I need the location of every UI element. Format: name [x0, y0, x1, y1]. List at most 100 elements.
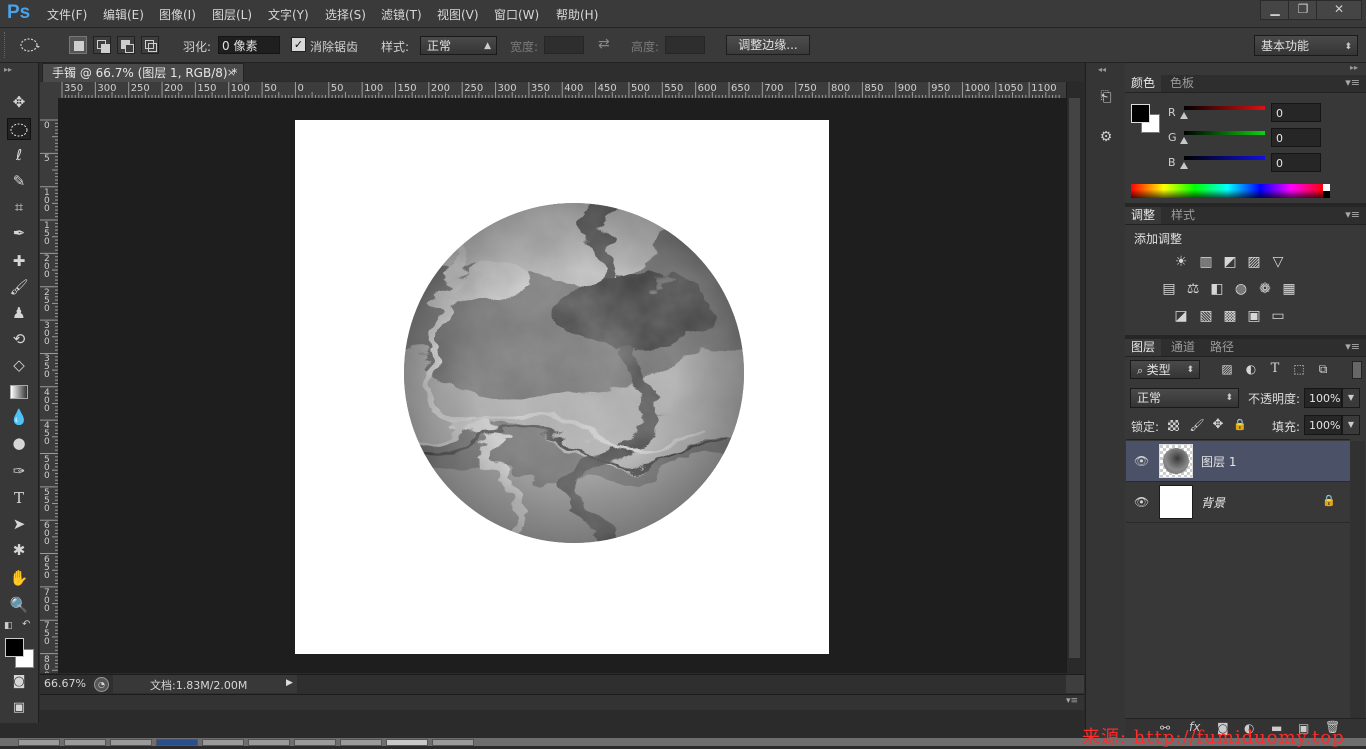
- layer-row-background[interactable]: 👁 背景 🔒: [1126, 481, 1350, 523]
- menu-image[interactable]: 图像(I): [159, 6, 196, 23]
- blue-value-input[interactable]: 0: [1271, 153, 1321, 172]
- lock-position-icon[interactable]: ✥: [1209, 416, 1227, 434]
- red-slider-track[interactable]: [1184, 106, 1265, 110]
- hand-tool-icon[interactable]: ✋: [7, 567, 31, 589]
- invert-icon[interactable]: ◪: [1172, 307, 1190, 325]
- menu-select[interactable]: 选择(S): [325, 6, 366, 23]
- blue-slider-thumb[interactable]: [1180, 162, 1188, 169]
- black-white-icon[interactable]: ◧: [1208, 280, 1226, 298]
- filter-type-icon[interactable]: T: [1266, 360, 1284, 378]
- photo-filter-icon[interactable]: ◍: [1232, 280, 1250, 298]
- filter-adjustment-icon[interactable]: ◐: [1242, 360, 1260, 378]
- swap-icon[interactable]: ⇄: [598, 36, 610, 52]
- taskbar-item[interactable]: [156, 739, 198, 746]
- layers-scrollbar[interactable]: [1350, 441, 1365, 721]
- move-tool-icon[interactable]: ✥: [7, 91, 31, 113]
- color-lookup-icon[interactable]: ▦: [1280, 280, 1298, 298]
- zoom-tool-icon[interactable]: 🔍: [7, 594, 31, 616]
- menu-type[interactable]: 文字(Y): [268, 6, 309, 23]
- menu-view[interactable]: 视图(V): [437, 6, 479, 23]
- status-info-icon[interactable]: ◔: [94, 677, 109, 692]
- lasso-tool-icon[interactable]: ℓ: [7, 144, 31, 166]
- taskbar-item[interactable]: [386, 739, 428, 746]
- expand-dock-icon[interactable]: ◂◂: [1098, 65, 1106, 74]
- hue-saturation-icon[interactable]: ▤: [1160, 280, 1178, 298]
- taskbar-item[interactable]: [110, 739, 152, 746]
- color-foreground-swatch[interactable]: [1131, 104, 1150, 123]
- brush-tool-icon[interactable]: 🖌: [7, 276, 31, 298]
- grip-handle[interactable]: [4, 32, 11, 58]
- green-value-input[interactable]: 0: [1271, 128, 1321, 147]
- collapse-toolbar-icon[interactable]: ▸▸: [4, 65, 12, 74]
- channel-mixer-icon[interactable]: ❁: [1256, 280, 1274, 298]
- refine-edge-button[interactable]: 调整边缘...: [726, 35, 810, 55]
- elliptical-marquee-tool-icon[interactable]: [7, 118, 31, 140]
- lock-image-pixels-icon[interactable]: 🖌: [1188, 416, 1206, 434]
- menu-help[interactable]: 帮助(H): [556, 6, 598, 23]
- quick-selection-tool-icon[interactable]: ✎: [7, 170, 31, 192]
- close-button[interactable]: ✕: [1316, 0, 1362, 20]
- green-slider-thumb[interactable]: [1180, 137, 1188, 144]
- opacity-dropdown-arrow-icon[interactable]: ▼: [1342, 388, 1360, 408]
- tab-paths[interactable]: 路径: [1204, 339, 1240, 356]
- taskbar-item[interactable]: [432, 739, 474, 746]
- subtract-selection-button[interactable]: [117, 36, 135, 54]
- eraser-tool-icon[interactable]: ◇: [7, 354, 31, 376]
- vertical-scroll-thumb[interactable]: [1069, 98, 1080, 658]
- red-slider-thumb[interactable]: [1180, 112, 1188, 119]
- gradient-map-icon[interactable]: ▭: [1269, 307, 1287, 325]
- properties-panel-icon[interactable]: ⚙: [1096, 127, 1116, 147]
- taskbar-item[interactable]: [202, 739, 244, 746]
- panel-menu-icon[interactable]: ▾≡: [1345, 76, 1360, 89]
- filter-toggle-switch[interactable]: [1352, 361, 1362, 379]
- curves-icon[interactable]: ◩: [1221, 253, 1239, 271]
- spectrum-black-chip[interactable]: [1323, 191, 1330, 198]
- tab-layers[interactable]: 图层: [1125, 339, 1162, 356]
- eyedropper-tool-icon[interactable]: ✒: [7, 222, 31, 244]
- tab-channels[interactable]: 通道: [1165, 339, 1201, 356]
- tab-color[interactable]: 颜色: [1125, 75, 1162, 92]
- lock-transparent-pixels-icon[interactable]: [1168, 420, 1179, 431]
- workspace-select[interactable]: 基本功能 ⬍: [1254, 35, 1358, 56]
- menu-edit[interactable]: 编辑(E): [103, 6, 144, 23]
- add-selection-button[interactable]: [93, 36, 111, 54]
- path-selection-tool-icon[interactable]: ➤: [7, 513, 31, 535]
- default-colors-icon[interactable]: ◧: [4, 621, 13, 631]
- taskbar-item[interactable]: [340, 739, 382, 746]
- visibility-eye-icon[interactable]: 👁: [1134, 495, 1149, 509]
- feather-input[interactable]: 0 像素: [218, 36, 280, 54]
- horizontal-ruler[interactable]: 350 300 250 200 150 100 50 0 50 100 150 200 250 300 35…: [58, 82, 1066, 99]
- tab-styles[interactable]: 样式: [1165, 207, 1201, 224]
- selective-color-icon[interactable]: ▣: [1245, 307, 1263, 325]
- layer-name[interactable]: 背景: [1201, 494, 1225, 511]
- resize-corner[interactable]: [1066, 675, 1084, 693]
- vertical-ruler[interactable]: 0 5 100 150 200 250 300 350 400 450 500 550 600 650 70…: [40, 98, 59, 673]
- brightness-contrast-icon[interactable]: ☀: [1172, 253, 1190, 271]
- history-brush-tool-icon[interactable]: ⟲: [7, 328, 31, 350]
- menu-filter[interactable]: 滤镜(T): [381, 6, 422, 23]
- posterize-icon[interactable]: ▧: [1197, 307, 1215, 325]
- screen-mode-icon[interactable]: ▣: [7, 697, 31, 719]
- color-balance-icon[interactable]: ⚖: [1184, 280, 1202, 298]
- layer-name[interactable]: 图层 1: [1201, 453, 1236, 470]
- panel-menu-icon[interactable]: ▾≡: [1066, 696, 1078, 706]
- width-input[interactable]: [544, 36, 584, 54]
- menu-layer[interactable]: 图层(L): [212, 6, 252, 23]
- blur-tool-icon[interactable]: 💧: [7, 406, 31, 428]
- quick-mask-icon[interactable]: ◙: [7, 671, 31, 693]
- elliptical-marquee-preset-icon[interactable]: [20, 37, 40, 53]
- threshold-icon[interactable]: ▩: [1221, 307, 1239, 325]
- history-panel-icon[interactable]: ⎗: [1096, 87, 1116, 107]
- ruler-origin[interactable]: [40, 82, 59, 99]
- dodge-tool-icon[interactable]: ●: [7, 432, 31, 454]
- tab-swatches[interactable]: 色板: [1164, 75, 1200, 92]
- crop-tool-icon[interactable]: ⌗: [7, 196, 31, 218]
- style-select[interactable]: 正常 ▲: [420, 36, 497, 55]
- green-slider-track[interactable]: [1184, 131, 1265, 135]
- filter-pixel-icon[interactable]: ▨: [1218, 360, 1236, 378]
- red-value-input[interactable]: 0: [1271, 103, 1321, 122]
- new-selection-button[interactable]: [69, 36, 87, 54]
- visibility-eye-icon[interactable]: 👁: [1134, 454, 1149, 468]
- taskbar-item[interactable]: [248, 739, 290, 746]
- fill-dropdown-arrow-icon[interactable]: ▼: [1342, 415, 1360, 435]
